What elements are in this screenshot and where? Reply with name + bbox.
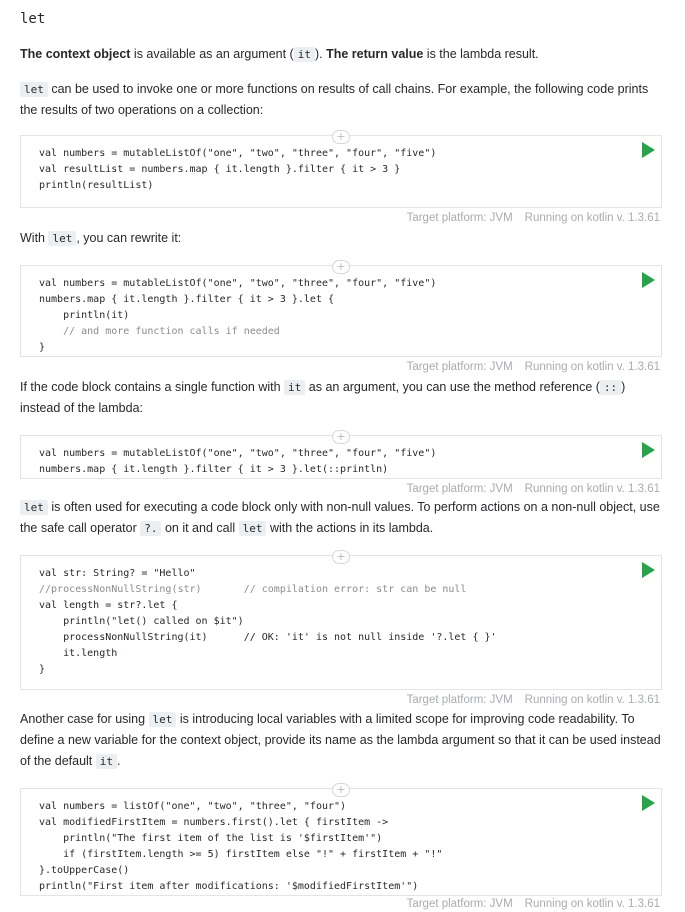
code-block[interactable]: + val str: String? = "Hello" //processNo…	[20, 550, 662, 690]
code-line: }.toUpperCase()	[39, 865, 130, 876]
code-line: val length = str?.let {	[39, 600, 178, 611]
text: If the code block contains a single func…	[20, 380, 285, 394]
code-text: val numbers = mutableListOf("one", "two"…	[21, 136, 661, 204]
code-line: val str: String? = "Hello"	[39, 568, 196, 579]
code-line: val resultList = numbers.map { it.length…	[39, 164, 401, 175]
code-text: val numbers = listOf("one", "two", "thre…	[21, 789, 661, 905]
run-button-icon[interactable]	[642, 562, 655, 578]
code-line: }	[39, 342, 46, 353]
paragraph: let is often used for executing a code b…	[20, 497, 665, 539]
expand-plus-icon[interactable]: +	[332, 130, 350, 144]
code-comment-line: //processNonNullString(str) // compilati…	[39, 584, 467, 595]
code-line: val numbers = listOf("one", "two", "thre…	[39, 801, 347, 812]
run-button-icon[interactable]	[642, 795, 655, 811]
inline-code: let	[48, 231, 77, 246]
expand-plus-icon[interactable]: +	[332, 260, 350, 274]
code-line: it.length	[39, 648, 118, 659]
expand-plus-icon[interactable]: +	[332, 783, 350, 797]
inline-code: it	[284, 380, 306, 395]
target-platform: Target platform: JVM	[406, 212, 513, 224]
paragraph: If the code block contains a single func…	[20, 377, 665, 419]
page: let The context object is available as a…	[0, 0, 685, 912]
code-block[interactable]: + val numbers = mutableListOf("one", "tw…	[20, 260, 662, 357]
text: with the actions in its lambda.	[266, 521, 434, 535]
code-line: println("let() called on $it")	[39, 616, 244, 627]
text: ).	[314, 47, 327, 61]
inline-code: let	[20, 500, 48, 515]
code-line: val numbers = mutableListOf("one", "two"…	[39, 278, 437, 289]
inline-code: ::	[599, 380, 622, 395]
code-line: val modifiedFirstItem = numbers.first().…	[39, 817, 389, 828]
bold-text: The return value	[326, 47, 424, 61]
code-line: processNonNullString(it) // OK: 'it' is …	[39, 632, 497, 643]
paragraph: With let, you can rewrite it:	[20, 228, 665, 249]
run-button-icon[interactable]	[642, 272, 655, 288]
code-text: val str: String? = "Hello" //processNonN…	[21, 556, 661, 688]
target-platform: Target platform: JVM	[406, 694, 513, 706]
code-block[interactable]: + val numbers = mutableListOf("one", "tw…	[20, 430, 662, 479]
code-line: }	[39, 664, 46, 675]
kotlin-version: Running on kotlin v. 1.3.61	[524, 694, 660, 706]
text: , you can rewrite it:	[76, 231, 182, 245]
code-comment-line: // and more function calls if needed	[39, 326, 280, 337]
code-block[interactable]: + val numbers = listOf("one", "two", "th…	[20, 783, 662, 896]
code-line: val numbers = mutableListOf("one", "two"…	[39, 448, 437, 459]
inline-code: let	[148, 712, 177, 727]
inline-code: let	[238, 521, 267, 536]
kotlin-version: Running on kotlin v. 1.3.61	[524, 212, 660, 224]
inline-code: it	[293, 47, 315, 62]
code-block[interactable]: + val numbers = mutableListOf("one", "tw…	[20, 130, 662, 208]
bold-text: The context object	[20, 47, 131, 61]
text: can be used to invoke one or more functi…	[20, 82, 649, 117]
text: .	[117, 754, 121, 768]
expand-plus-icon[interactable]: +	[332, 430, 350, 444]
run-button-icon[interactable]	[642, 142, 655, 158]
code-line: println("First item after modifications:…	[39, 881, 419, 892]
platform-info: Target platform: JVM Running on kotlin v.…	[20, 692, 660, 708]
paragraph: let can be used to invoke one or more fu…	[20, 79, 665, 121]
run-button-icon[interactable]	[642, 442, 655, 458]
platform-info: Target platform: JVM Running on kotlin v.…	[20, 210, 660, 226]
code-line: val numbers = mutableListOf("one", "two"…	[39, 148, 437, 159]
expand-plus-icon[interactable]: +	[332, 550, 350, 564]
code-line: numbers.map { it.length }.filter { it > …	[39, 464, 389, 475]
inline-code: ?.	[140, 521, 162, 536]
text: is the lambda result.	[423, 47, 539, 61]
code-line: numbers.map { it.length }.filter { it > …	[39, 294, 335, 305]
inline-code: let	[20, 82, 48, 97]
code-line: println(it)	[39, 310, 130, 321]
code-line: println(resultList)	[39, 180, 154, 191]
page-title: let	[20, 11, 46, 27]
text: on it and call	[161, 521, 239, 535]
text: With	[20, 231, 49, 245]
text: Another case for using	[20, 712, 149, 726]
code-line: println("The first item of the list is '…	[39, 833, 383, 844]
intro-paragraph: The context object is available as an ar…	[20, 44, 665, 65]
code-line: if (firstItem.length >= 5) firstItem els…	[39, 849, 443, 860]
inline-code: it	[95, 754, 118, 769]
text: as an argument, you can use the method r…	[305, 380, 600, 394]
code-text: val numbers = mutableListOf("one", "two"…	[21, 266, 661, 366]
text: is available as an argument (	[130, 47, 294, 61]
paragraph: Another case for using let is introducin…	[20, 709, 665, 772]
